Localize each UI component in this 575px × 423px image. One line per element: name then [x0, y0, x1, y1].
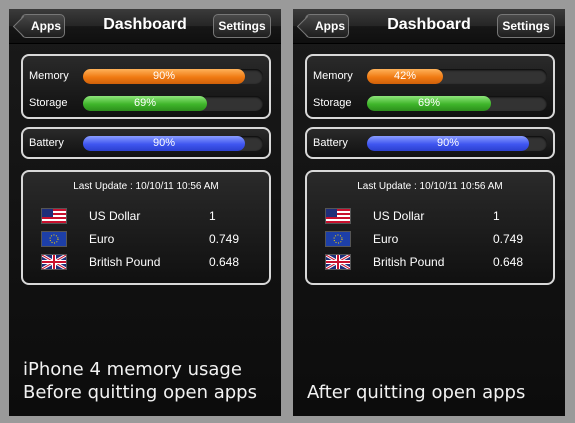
memory-value: 42%	[393, 69, 417, 82]
us-flag-icon	[41, 208, 67, 224]
us-flag-icon	[325, 208, 351, 224]
settings-button[interactable]: Settings	[213, 14, 271, 38]
caption-line: iPhone 4 memory usage	[23, 359, 242, 380]
storage-label: Storage	[29, 97, 68, 109]
battery-label: Battery	[313, 137, 348, 149]
currency-value: 0.648	[493, 255, 524, 269]
memory-track: 42%	[367, 68, 547, 84]
uk-flag-icon	[325, 254, 351, 270]
battery-panel: Battery 90%	[305, 127, 555, 159]
caption: After quitting open apps	[307, 381, 525, 404]
memory-value: 90%	[152, 69, 176, 82]
battery-meter: Battery 90%	[23, 133, 269, 153]
battery-meter: Battery 90%	[307, 133, 553, 153]
currency-value: 0.648	[209, 255, 240, 269]
phone-screen-after: Apps Dashboard Settings Memory 42% Stora…	[293, 9, 565, 416]
currency-name: US Dollar	[89, 209, 141, 223]
currency-row: US Dollar 1	[307, 206, 553, 226]
storage-value: 69%	[133, 96, 157, 109]
memory-meter: Memory 42%	[307, 66, 553, 86]
memory-meter: Memory 90%	[23, 66, 269, 86]
memory-track: 90%	[83, 68, 263, 84]
settings-button[interactable]: Settings	[497, 14, 555, 38]
battery-label: Battery	[29, 137, 64, 149]
currency-name: Euro	[373, 232, 399, 246]
eu-flag-icon	[41, 231, 67, 247]
battery-value: 90%	[436, 136, 460, 149]
currency-panel: Last Update : 10/10/11 10:56 AM US Dolla…	[21, 170, 271, 285]
currency-value: 0.749	[209, 232, 240, 246]
storage-label: Storage	[313, 97, 352, 109]
last-update-text: Last Update : 10/10/11 10:56 AM	[357, 181, 503, 192]
storage-track: 69%	[83, 95, 263, 111]
currency-value: 0.749	[493, 232, 524, 246]
currency-name: Euro	[89, 232, 115, 246]
last-update-text: Last Update : 10/10/11 10:56 AM	[73, 181, 219, 192]
battery-track: 90%	[367, 135, 547, 151]
currency-name: British Pound	[89, 255, 161, 269]
battery-value: 90%	[152, 136, 176, 149]
currency-row: Euro 0.749	[23, 229, 269, 249]
nav-bar: Apps Dashboard Settings	[9, 9, 281, 44]
uk-flag-icon	[41, 254, 67, 270]
caption-line: Before quitting open apps	[23, 382, 257, 403]
storage-track: 69%	[367, 95, 547, 111]
currency-name: US Dollar	[373, 209, 425, 223]
battery-panel: Battery 90%	[21, 127, 271, 159]
storage-meter: Storage 69%	[23, 93, 269, 113]
memory-label: Memory	[313, 70, 353, 82]
currency-row: US Dollar 1	[23, 206, 269, 226]
memory-storage-panel: Memory 90% Storage 69%	[21, 54, 271, 119]
currency-row: British Pound 0.648	[307, 252, 553, 272]
nav-bar: Apps Dashboard Settings	[293, 9, 565, 44]
memory-label: Memory	[29, 70, 69, 82]
battery-track: 90%	[83, 135, 263, 151]
storage-value: 69%	[417, 96, 441, 109]
memory-storage-panel: Memory 42% Storage 69%	[305, 54, 555, 119]
eu-flag-icon	[325, 231, 351, 247]
currency-value: 1	[209, 209, 216, 223]
currency-value: 1	[493, 209, 500, 223]
currency-panel: Last Update : 10/10/11 10:56 AM US Dolla…	[305, 170, 555, 285]
currency-name: British Pound	[373, 255, 445, 269]
currency-row: Euro 0.749	[307, 229, 553, 249]
caption-line: After quitting open apps	[307, 382, 526, 403]
caption: iPhone 4 memory usage Before quitting op…	[23, 358, 257, 404]
currency-row: British Pound 0.648	[23, 252, 269, 272]
storage-meter: Storage 69%	[307, 93, 553, 113]
phone-screen-before: Apps Dashboard Settings Memory 90% Stora…	[9, 9, 281, 416]
